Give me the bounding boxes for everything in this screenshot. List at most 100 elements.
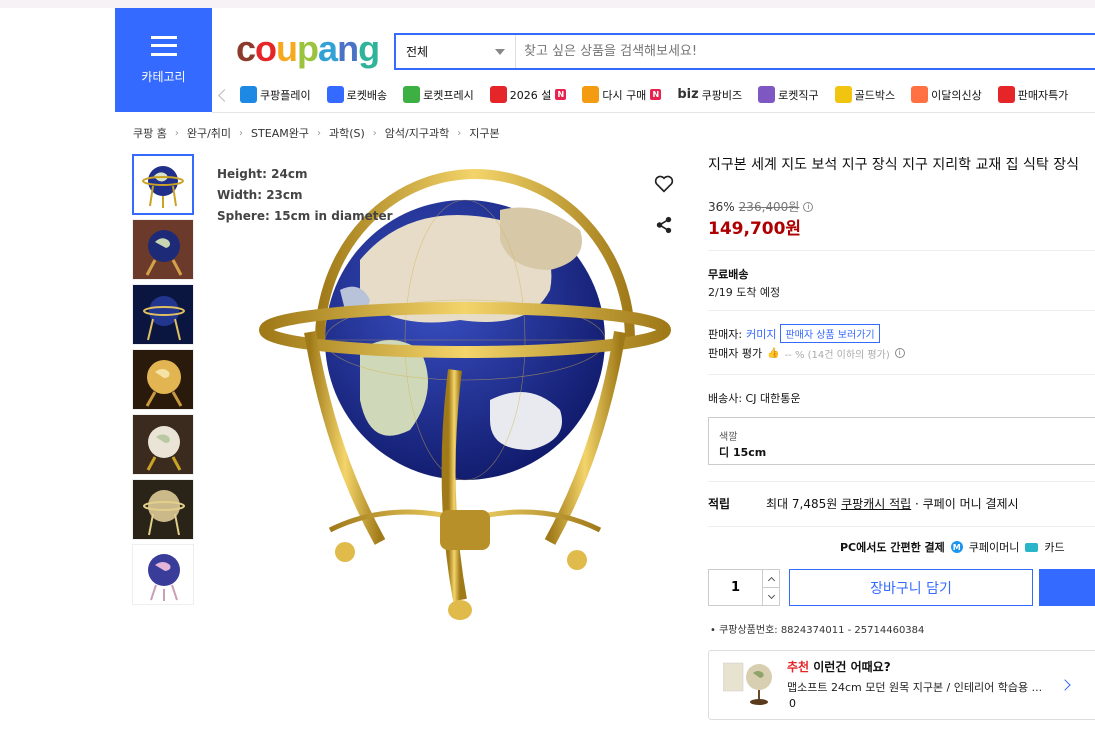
chevron-right-icon[interactable] (1059, 679, 1071, 691)
new-badge: N (650, 89, 662, 100)
reorder-icon (582, 86, 600, 103)
breadcrumb-item[interactable]: 완구/취미 (187, 125, 231, 141)
quick-menu-item[interactable]: 로켓직구 (758, 86, 819, 103)
coupang-cash-link[interactable]: 쿠팡캐시 적립 (841, 495, 911, 512)
spec-width: Width: 23cm (217, 188, 303, 202)
option-select[interactable]: 색깔 디 15cm (708, 417, 1095, 465)
thumbnail-4[interactable] (132, 349, 194, 410)
thumbnail-6[interactable] (132, 479, 194, 540)
quantity-stepper (708, 569, 780, 606)
breadcrumb-separator-icon: › (239, 127, 244, 139)
thumbnail-7[interactable] (132, 544, 194, 605)
quick-menu-item[interactable]: 이달의신상 (911, 86, 982, 103)
sale-price: 149,700원 (708, 219, 802, 239)
search-input[interactable] (516, 35, 1095, 68)
reward-row: 적립 최대 7,485원 쿠팡캐시 적립 · 쿠페이 머니 결제시 (708, 495, 1019, 512)
dropdown-arrow-icon (495, 48, 505, 55)
quick-menu-label: 다시 구매 (602, 88, 647, 102)
breadcrumb: 쿠팡 홈 › 완구/취미 › STEAM완구 › 과학(S) › 암석/지구과학 › 지구본 (133, 125, 500, 141)
seller-row: 판매자: 커미지 판매자 상품 보러가기 (708, 324, 880, 343)
breadcrumb-item[interactable]: 쿠팡 홈 (133, 125, 167, 141)
thumbnail-5[interactable] (132, 414, 194, 475)
new-icon (911, 86, 929, 103)
divider (708, 374, 1095, 375)
coupay-money-label[interactable]: 쿠페이머니 (969, 539, 1020, 555)
seller-rating-label: 판매자 평가 (708, 347, 763, 360)
quick-menu-item[interactable]: 쿠팡플레이 (240, 86, 311, 103)
quick-menu-item[interactable]: 다시 구매 N (582, 86, 662, 103)
new-badge: N (555, 89, 567, 100)
category-label: 카테고리 (141, 69, 186, 84)
product-title: 지구본 세계 지도 보석 지구 장식 지구 지리학 교재 집 식탁 장식 (708, 157, 1079, 173)
thumbnail-3[interactable] (132, 284, 194, 345)
recommendation-card[interactable]: 추천 이런건 어때요? 맵소프트 24cm 모던 원목 지구본 / 인테리어 학… (708, 650, 1095, 720)
info-icon[interactable]: i (803, 201, 814, 212)
discount-rate: 36% (708, 199, 735, 214)
discount-row: 36% 236,400원 i (708, 198, 814, 215)
breadcrumb-separator-icon: › (174, 127, 179, 139)
info-icon[interactable]: i (894, 348, 905, 358)
divider (708, 481, 1095, 482)
divider (708, 526, 1095, 527)
breadcrumb-item[interactable]: STEAM완구 (251, 125, 309, 141)
search-scope-select[interactable]: 전체 (396, 35, 516, 68)
buy-now-button[interactable] (1039, 569, 1095, 606)
quantity-increase-button[interactable] (763, 570, 779, 587)
quick-menu-item[interactable]: 로켓프레시 (403, 86, 474, 103)
quick-menu-item[interactable]: 판매자특가 (997, 86, 1069, 103)
breadcrumb-item[interactable]: 지구본 (469, 125, 499, 141)
wishlist-button[interactable] (646, 166, 681, 201)
quick-menu-label: 쿠팡비즈 (701, 88, 743, 102)
reward-condition: · 쿠페이 머니 결제시 (915, 497, 1019, 511)
quick-menu-label: 2026 설 (509, 88, 552, 102)
product-number: • 쿠팡상품번호: 8824374011 - 25714460384 (710, 625, 925, 636)
quantity-decrease-button[interactable] (763, 587, 779, 605)
chevron-left-icon[interactable] (218, 89, 231, 102)
nav-divider (212, 112, 1095, 113)
recommendation-product-name[interactable]: 맵소프트 24cm 모던 원목 지구본 / 인테리어 학습용 ... (787, 679, 1042, 695)
breadcrumb-item[interactable]: 과학(S) (329, 125, 365, 141)
divider (708, 250, 1095, 251)
coupay-money-icon: M (950, 541, 963, 553)
quick-menu-item[interactable]: 로켓배송 (326, 86, 388, 103)
percent-icon (997, 86, 1015, 103)
quick-menu-label: 판매자특가 (1017, 88, 1069, 102)
quick-menu-label: 골드박스 (854, 88, 896, 102)
image-spec-text: Height: 24cm Width: 23cm Sphere: 15cm in… (217, 164, 393, 227)
shipping-label: 무료배송 (708, 268, 749, 281)
gold-box-icon (834, 86, 852, 103)
breadcrumb-separator-icon: › (316, 127, 321, 139)
breadcrumb-item[interactable]: 암석/지구과학 (385, 125, 449, 141)
add-to-cart-button[interactable]: 장바구니 담기 (789, 569, 1033, 606)
quick-menu-label: 로켓프레시 (423, 88, 474, 102)
pc-pay-label: PC에서도 간편한 결제 (840, 541, 945, 554)
search-scope-value: 전체 (406, 45, 429, 59)
quick-menu-label: 이달의신상 (931, 88, 982, 102)
divider (708, 310, 1095, 311)
thumbnail-2[interactable] (132, 219, 194, 280)
share-icon (656, 216, 671, 233)
share-button[interactable] (646, 207, 681, 242)
seller-name-link[interactable]: 커미지 (746, 326, 776, 342)
quick-menu-item[interactable]: 2026 설N (489, 86, 567, 103)
quantity-input[interactable] (709, 570, 762, 605)
search-bar: 전체 (394, 33, 1095, 70)
quick-menu-item[interactable]: 골드박스 (834, 86, 896, 103)
rocket-icon (326, 86, 344, 103)
seller-rating-row: 판매자 평가 👍 -- % (14건 이하의 평가) i (708, 345, 905, 361)
seller-products-link[interactable]: 판매자 상품 보러가기 (780, 324, 880, 343)
card-label[interactable]: 카드 (1044, 539, 1064, 555)
original-price: 236,400원 (738, 200, 800, 214)
quick-menu-label: 로켓배송 (346, 88, 388, 102)
quick-menu-label: 로켓직구 (778, 88, 819, 102)
spec-sphere: Sphere: 15cm in diameter (217, 209, 393, 223)
carrier-info: 배송사: CJ 대한통운 (708, 392, 801, 405)
option-label: 색깔 (719, 432, 738, 443)
thumbnail-1[interactable] (132, 154, 194, 215)
category-menu-button[interactable]: 카테고리 (115, 8, 212, 112)
hamburger-icon (150, 35, 177, 56)
coupang-logo[interactable]: coupang (236, 28, 380, 70)
global-icon (758, 86, 776, 103)
quick-menu-item[interactable]: biz 쿠팡비즈 (677, 86, 742, 103)
pc-payment-row: PC에서도 간편한 결제 M 쿠페이머니 카드 (840, 539, 1065, 555)
